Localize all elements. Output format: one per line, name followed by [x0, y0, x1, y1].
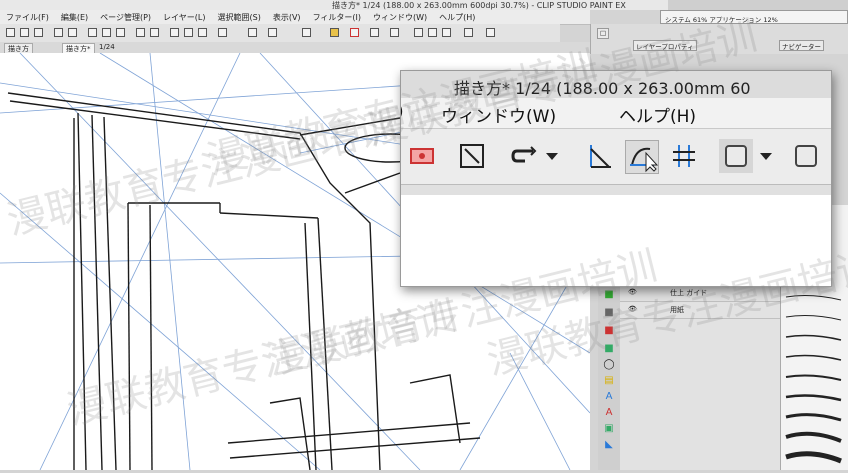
layer-row[interactable]: 👁 用紙: [620, 302, 780, 319]
fill-tool-icon[interactable]: ■: [603, 325, 615, 337]
window-controls[interactable]: [668, 0, 848, 10]
paste-icon[interactable]: [116, 28, 125, 37]
crop-icon[interactable]: [218, 28, 227, 37]
save-icon[interactable]: [34, 28, 43, 37]
curve-ruler-icon[interactable]: [625, 140, 659, 174]
right-panel-header: □ レイヤープロパティ ナビゲーター: [590, 24, 848, 54]
menu-file[interactable]: ファイル(F): [6, 10, 49, 24]
grid-ruler-icon[interactable]: [669, 141, 699, 171]
color-square-icon-2[interactable]: [791, 141, 821, 171]
dropdown-arrow-icon[interactable]: [543, 141, 561, 171]
color-square-icon-2[interactable]: [486, 28, 495, 37]
text-icon[interactable]: A: [603, 391, 615, 403]
transform-icon[interactable]: [136, 28, 145, 37]
scissors-icon[interactable]: [184, 28, 193, 37]
layer-panel: 👁 仕上 ガイド 👁 用紙: [620, 285, 780, 470]
layer-row[interactable]: 👁 仕上 ガイド: [620, 285, 780, 302]
redo-icon[interactable]: [68, 28, 77, 37]
zoom-title: 描き方* 1/24 (188.00 x 263.00mm 60: [454, 79, 751, 98]
highlight-icon[interactable]: [330, 28, 339, 37]
tool-palette: ■ ■ ■ ■ ◯ ▤ A A ▣ ◣: [598, 285, 620, 470]
ellipse-icon[interactable]: ◯: [603, 359, 615, 371]
record-icon[interactable]: [350, 28, 359, 37]
eye-icon[interactable]: 👁: [628, 305, 637, 313]
zoom-callout: 描き方* 1/24 (188.00 x 263.00mm 60 ) ウィンドウ(…: [400, 70, 832, 287]
lasso-icon[interactable]: [150, 28, 159, 37]
grid-ruler-icon[interactable]: [442, 28, 451, 37]
copy-icon[interactable]: [102, 28, 111, 37]
undo-redo-icon[interactable]: [390, 28, 399, 37]
layer-name: 仕上 ガイド: [670, 289, 708, 297]
line-icon[interactable]: [370, 28, 379, 37]
undo-redo-icon[interactable]: [509, 141, 539, 171]
dropdown-arrow-icon-2[interactable]: [757, 141, 775, 171]
record-icon[interactable]: [407, 141, 437, 171]
ruler-perspective-icon[interactable]: [585, 141, 615, 171]
layer-fill-icon[interactable]: [268, 28, 277, 37]
color-square-icon[interactable]: [719, 139, 753, 173]
menu-window[interactable]: ウィンドウ(W): [373, 10, 427, 24]
color-swatch-icon[interactable]: ■: [603, 289, 615, 301]
snap-icon[interactable]: [302, 28, 311, 37]
tab-navigator[interactable]: ナビゲーター: [779, 40, 824, 51]
tab-layer-property[interactable]: レイヤープロパティ: [633, 40, 697, 51]
cut-icon[interactable]: [88, 28, 97, 37]
zoom-panel-strip: [401, 184, 831, 195]
duplicate-icon[interactable]: [198, 28, 207, 37]
menu-layer[interactable]: レイヤー(L): [163, 10, 205, 24]
line-icon[interactable]: [457, 141, 487, 171]
curve-ruler-icon[interactable]: [428, 28, 437, 37]
layer-name: 用紙: [670, 306, 684, 314]
zoom-menu-help[interactable]: ヘルプ(H): [619, 102, 696, 127]
zoom-toolbar: [401, 128, 831, 185]
zoom-menu-fragment: ): [401, 102, 404, 122]
menu-filter[interactable]: フィルター(I): [313, 10, 361, 24]
gradient-icon[interactable]: ■: [603, 307, 615, 319]
zoom-menu-window[interactable]: ウィンドウ(W): [441, 102, 556, 127]
figure-tool-icon[interactable]: ■: [603, 343, 615, 355]
menu-bar: ファイル(F) 編集(E) ページ管理(P) レイヤー(L) 選択範囲(S) 表…: [0, 10, 590, 25]
color-square-icon[interactable]: [464, 28, 473, 37]
frame-icon[interactable]: ▤: [603, 375, 615, 387]
system-info: システム 61% アプリケーション 12%: [660, 10, 848, 24]
eye-icon[interactable]: 👁: [628, 288, 637, 296]
fill-icon[interactable]: [248, 28, 257, 37]
undo-icon[interactable]: [54, 28, 63, 37]
balloon-icon[interactable]: ▣: [603, 423, 615, 435]
page-indicator: 1/24: [99, 43, 115, 51]
panel-tab-a[interactable]: □: [597, 28, 610, 39]
ruler-icon[interactable]: ◣: [603, 439, 615, 451]
open-file-icon[interactable]: [20, 28, 29, 37]
zoom-title-bar: 描き方* 1/24 (188.00 x 263.00mm 60: [401, 71, 831, 98]
menu-edit[interactable]: 編集(E): [61, 10, 88, 24]
ruler-perspective-icon[interactable]: [414, 28, 423, 37]
command-bar: [0, 24, 560, 43]
new-file-icon[interactable]: [6, 28, 15, 37]
menu-help[interactable]: ヘルプ(H): [439, 10, 475, 24]
menu-page[interactable]: ページ管理(P): [100, 10, 151, 24]
menu-view[interactable]: 表示(V): [273, 10, 301, 24]
text-red-icon[interactable]: A: [603, 407, 615, 419]
move-icon[interactable]: [170, 28, 179, 37]
menu-selection[interactable]: 選択範囲(S): [218, 10, 261, 24]
zoom-menu-bar: ) ウィンドウ(W) ヘルプ(H): [401, 98, 831, 128]
